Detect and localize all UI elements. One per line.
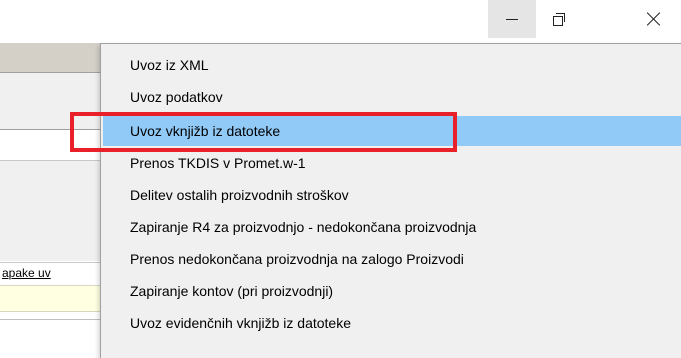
menu-item-prenos-nedokoncana[interactable]: Prenos nedokončana proizvodnja na zalogo… (103, 244, 681, 274)
menu-item-uvoz-vknjizb[interactable]: Uvoz vknjižb iz datoteke (103, 116, 681, 146)
menu-item-prenos-tkdis[interactable]: Prenos TKDIS v Promet.w-1 (103, 148, 681, 178)
background-toolbar (0, 43, 100, 73)
minimize-button[interactable] (488, 0, 536, 38)
background-panel (0, 73, 100, 130)
restore-icon (553, 13, 565, 26)
menu-item-zapiranje-r4[interactable]: Zapiranje R4 za proizvodnjo - nedokončan… (103, 212, 681, 242)
background-input-row[interactable] (0, 285, 100, 312)
menu-item-delitev-stroskov[interactable]: Delitev ostalih proizvodnih stroškov (103, 180, 681, 210)
menu-item-uvoz-podatkov[interactable]: Uvoz podatkov (103, 82, 681, 112)
context-menu: Uvoz iz XML Uvoz podatkov Uvoz vknjižb i… (100, 43, 681, 358)
menu-item-zapiranje-kontov[interactable]: Zapiranje kontov (pri proizvodnji) (103, 276, 681, 306)
close-button[interactable] (630, 0, 678, 38)
background-panel-lower (0, 160, 100, 261)
close-icon (647, 12, 661, 26)
menu-item-uvoz-xml[interactable]: Uvoz iz XML (103, 50, 681, 80)
minimize-icon (506, 18, 518, 20)
menu-item-uvoz-evidencnih[interactable]: Uvoz evidenčnih vknjižb iz datoteke (103, 308, 681, 338)
background-column-header: apake uv (0, 262, 100, 284)
background-divider (0, 319, 100, 320)
restore-button[interactable] (535, 0, 583, 38)
